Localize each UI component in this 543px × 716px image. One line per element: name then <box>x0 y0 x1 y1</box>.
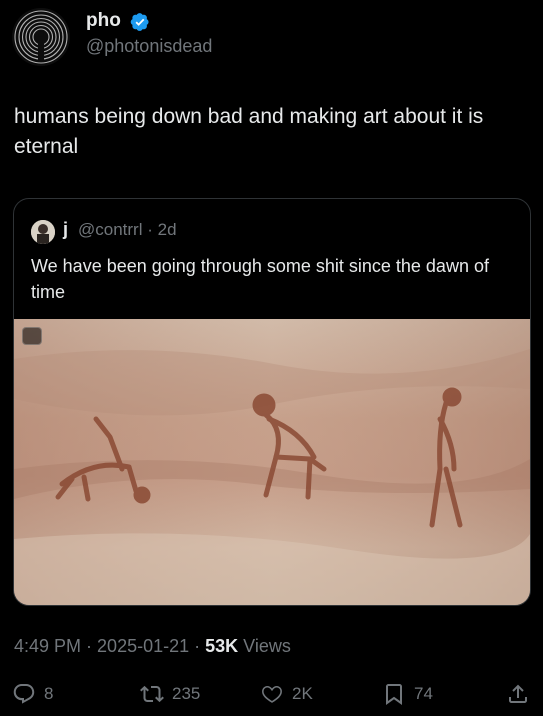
separator-dot: · <box>189 636 206 656</box>
share-button[interactable] <box>506 682 530 706</box>
like-button[interactable]: 2K <box>260 682 313 706</box>
like-count: 2K <box>292 684 313 703</box>
quoted-tweet-image[interactable] <box>14 319 530 605</box>
quoted-author-avatar[interactable] <box>31 220 55 244</box>
tweet-time[interactable]: 4:49 PM <box>14 636 81 656</box>
reply-icon <box>13 684 35 704</box>
quoted-tweet-card[interactable]: j @contrrl · 2d We have been going throu… <box>13 198 531 606</box>
heart-icon <box>262 685 282 703</box>
tweet-text: humans being down bad and making art abo… <box>14 105 484 158</box>
views-label: Views <box>243 636 291 656</box>
quoted-author-handle[interactable]: @contrrl <box>78 220 143 239</box>
bookmark-button[interactable]: 74 <box>382 682 433 706</box>
repost-icon <box>140 685 164 703</box>
author-display-name[interactable]: pho <box>86 10 121 32</box>
author-avatar[interactable] <box>12 8 70 66</box>
author-handle[interactable]: @photonisdead <box>86 36 212 57</box>
verified-badge-icon <box>130 12 150 32</box>
separator-dot: · <box>142 220 158 239</box>
repost-count: 235 <box>172 684 201 703</box>
quoted-author-meta: @contrrl · 2d <box>78 220 177 240</box>
reply-count: 8 <box>44 684 54 703</box>
reply-button[interactable]: 8 <box>12 682 53 706</box>
tweet-date[interactable]: 2025-01-21 <box>97 636 189 656</box>
quoted-author-name[interactable]: j <box>63 219 68 240</box>
tweet-meta: 4:49 PM · 2025-01-21 · 53K Views <box>14 636 291 657</box>
quoted-tweet-age: 2d <box>157 220 177 239</box>
media-badge-icon[interactable] <box>22 327 42 345</box>
views-count: 53K <box>205 636 239 656</box>
action-bar: 8 235 2K 74 <box>0 676 543 716</box>
share-icon <box>509 684 527 703</box>
separator-dot: · <box>81 636 98 656</box>
repost-button[interactable]: 235 <box>140 682 200 706</box>
quoted-tweet-text: We have been going through some shit sin… <box>31 256 489 302</box>
bookmark-count: 74 <box>414 684 433 703</box>
bookmark-icon <box>386 684 402 705</box>
